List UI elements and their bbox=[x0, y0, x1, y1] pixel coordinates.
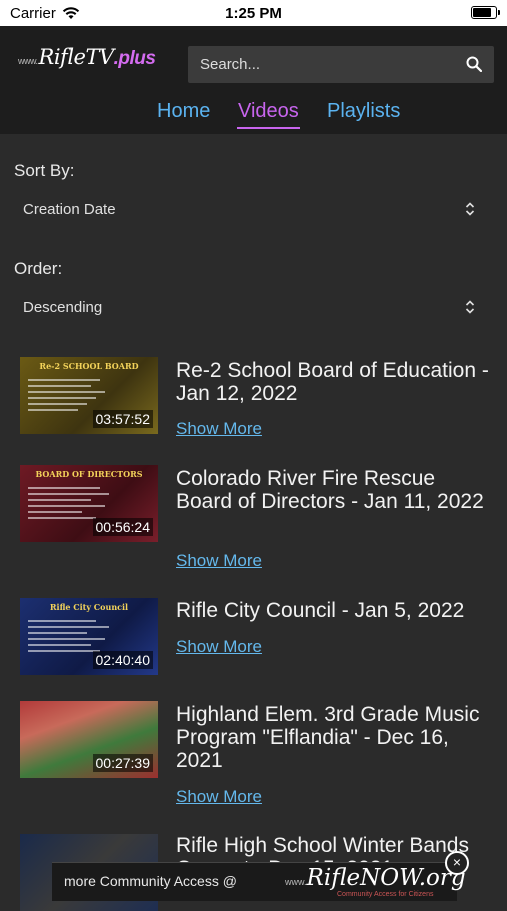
nav-home[interactable]: Home bbox=[157, 100, 210, 123]
ad-banner[interactable]: more Community Access @ www.RifleNOW.org… bbox=[52, 862, 466, 901]
video-thumbnail[interactable]: Rifle City Council 02:40:40 bbox=[20, 598, 158, 675]
video-title[interactable]: Rifle City Council - Jan 5, 2022 bbox=[176, 599, 494, 622]
order-label: Order: bbox=[14, 259, 63, 278]
app-header: www.RifleTV.plus Home Videos Playlists bbox=[0, 26, 507, 134]
show-more-link[interactable]: Show More bbox=[176, 551, 262, 571]
video-duration: 00:27:39 bbox=[92, 754, 153, 772]
search-icon[interactable] bbox=[466, 56, 482, 72]
close-ad-button[interactable]: × bbox=[445, 851, 469, 875]
sort-by-label: Sort By: bbox=[14, 161, 75, 180]
video-thumbnail[interactable]: 00:27:39 bbox=[20, 701, 158, 778]
riflenow-logo: www.RifleNOW.org bbox=[285, 865, 466, 891]
video-duration: 02:40:40 bbox=[92, 651, 153, 669]
search-box bbox=[188, 46, 494, 83]
show-more-link[interactable]: Show More bbox=[176, 787, 262, 807]
ad-tagline: Community Access for Citizens bbox=[337, 891, 434, 898]
video-title[interactable]: Colorado River Fire Rescue Board of Dire… bbox=[176, 467, 494, 513]
status-bar: Carrier 1:25 PM bbox=[0, 0, 507, 26]
video-duration: 03:57:52 bbox=[92, 410, 153, 428]
video-thumbnail[interactable]: BOARD OF DIRECTORS 00:56:24 bbox=[20, 465, 158, 542]
nav-playlists[interactable]: Playlists bbox=[327, 100, 400, 123]
chevron-updown-icon bbox=[465, 300, 475, 314]
video-title[interactable]: Re-2 School Board of Education - Jan 12,… bbox=[176, 359, 494, 405]
chevron-updown-icon bbox=[465, 202, 475, 216]
battery-icon bbox=[471, 6, 500, 19]
order-value: Descending bbox=[23, 299, 103, 316]
ad-text: more Community Access @ bbox=[64, 873, 237, 889]
video-thumbnail[interactable]: Re-2 SCHOOL BOARD 03:57:52 bbox=[20, 357, 158, 434]
rifletv-logo[interactable]: www.RifleTV.plus bbox=[18, 45, 156, 70]
order-select[interactable]: Descending bbox=[14, 291, 493, 325]
show-more-link[interactable]: Show More bbox=[176, 637, 262, 657]
sort-by-select[interactable]: Creation Date bbox=[14, 193, 493, 227]
clock: 1:25 PM bbox=[225, 5, 282, 22]
close-icon: × bbox=[452, 854, 462, 870]
nav-videos[interactable]: Videos bbox=[237, 100, 300, 129]
search-input[interactable] bbox=[200, 46, 450, 83]
video-duration: 00:56:24 bbox=[92, 518, 153, 536]
sort-by-value: Creation Date bbox=[23, 201, 116, 218]
video-title[interactable]: Highland Elem. 3rd Grade Music Program "… bbox=[176, 703, 494, 772]
show-more-link[interactable]: Show More bbox=[176, 419, 262, 439]
